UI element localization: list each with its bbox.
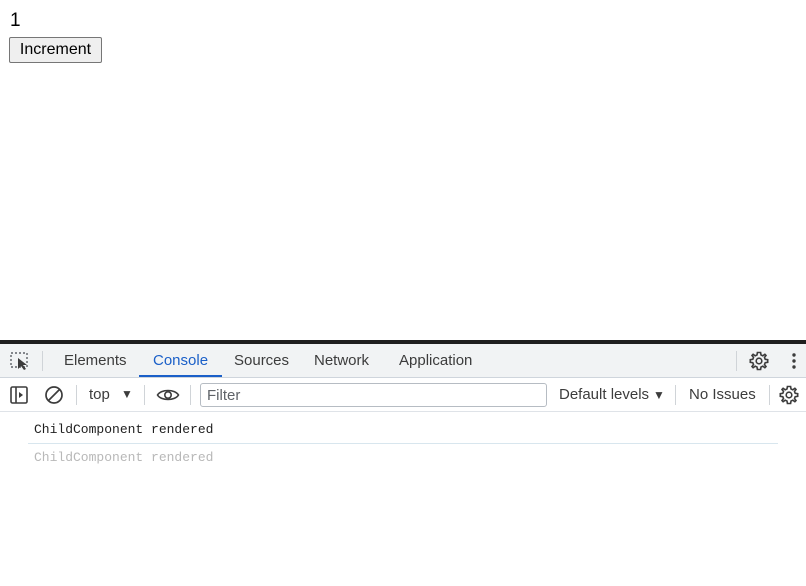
issues-counter[interactable]: No Issues (689, 378, 756, 411)
tab-separator (736, 351, 737, 371)
filter-input[interactable] (200, 383, 547, 407)
counter-value: 1 (10, 10, 21, 31)
toolbar-separator (76, 385, 77, 405)
page-content: 1 Increment (0, 0, 806, 341)
eye-icon[interactable] (156, 386, 180, 404)
toolbar-separator (769, 385, 770, 405)
devtools-panel: Elements Console Sources Network Applica… (0, 340, 806, 586)
context-label: top (89, 386, 110, 403)
increment-button[interactable]: Increment (9, 37, 102, 63)
sidebar-toggle-icon[interactable] (10, 386, 28, 404)
inspect-element-icon[interactable] (10, 352, 30, 370)
context-selector[interactable]: top ▼ (89, 378, 133, 411)
clear-console-icon[interactable] (44, 385, 64, 405)
console-toolbar: top ▼ Default levels▼ No Issues (0, 378, 806, 412)
tab-sources[interactable]: Sources (234, 344, 289, 377)
toolbar-separator (144, 385, 145, 405)
tab-separator (42, 351, 43, 371)
console-message[interactable]: ChildComponent rendered (34, 448, 213, 468)
dropdown-arrow-icon: ▼ (653, 388, 665, 402)
tab-network[interactable]: Network (314, 344, 369, 377)
tab-console[interactable]: Console (138, 344, 223, 377)
devtools-tab-bar: Elements Console Sources Network Applica… (0, 344, 806, 378)
dropdown-arrow-icon: ▼ (121, 387, 133, 401)
toolbar-separator (190, 385, 191, 405)
message-divider (28, 443, 778, 444)
log-levels-label: Default levels (559, 386, 650, 403)
settings-gear-icon[interactable] (749, 351, 769, 371)
tab-application[interactable]: Application (399, 344, 472, 377)
toolbar-separator (675, 385, 676, 405)
console-settings-icon[interactable] (779, 385, 799, 405)
console-message[interactable]: ChildComponent rendered (34, 420, 213, 440)
more-options-icon[interactable] (788, 352, 800, 370)
tab-elements[interactable]: Elements (64, 344, 127, 377)
log-levels-dropdown[interactable]: Default levels ▼ (559, 378, 665, 411)
